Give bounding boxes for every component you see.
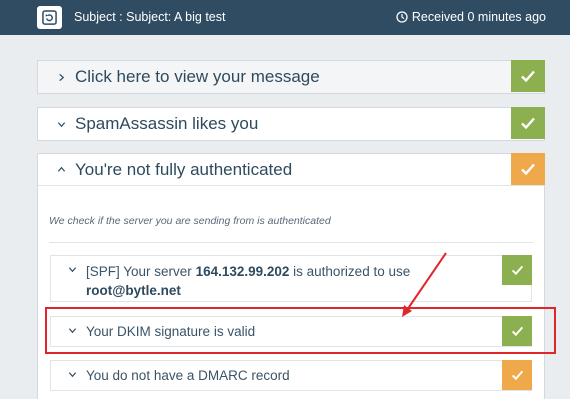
check-icon	[502, 360, 532, 390]
panel-title: You're not fully authenticated	[75, 159, 293, 179]
divider	[49, 242, 533, 243]
email-subject: Subject : Subject: A big test	[74, 10, 226, 24]
dmarc-text: You do not have a DMARC record	[86, 368, 290, 383]
received-time: Received 0 minutes ago	[396, 10, 546, 24]
spamassassin-panel[interactable]: SpamAssassin likes you	[37, 107, 545, 141]
chevron-right-icon	[55, 73, 67, 82]
annotation-highlight-box	[45, 307, 556, 354]
check-icon	[511, 60, 545, 92]
chevron-down-icon	[68, 370, 77, 379]
check-icon	[511, 153, 545, 185]
received-label: Received 0 minutes ago	[411, 10, 546, 24]
panel-title: SpamAssassin likes you	[75, 114, 259, 133]
refresh-icon	[42, 10, 57, 25]
spf-item[interactable]: [SPF] Your server 164.132.99.202 is auth…	[50, 255, 532, 302]
check-icon	[502, 255, 532, 285]
spf-text: [SPF] Your server 164.132.99.202 is auth…	[86, 264, 411, 298]
authentication-panel-header[interactable]: You're not fully authenticated	[38, 153, 545, 186]
view-message-panel[interactable]: Click here to view your message	[37, 60, 545, 94]
chevron-down-icon	[68, 265, 77, 274]
refresh-button[interactable]	[37, 6, 62, 29]
chevron-up-icon	[55, 165, 67, 174]
header-bar: Subject : Subject: A big test Received 0…	[0, 0, 570, 35]
dmarc-item[interactable]: You do not have a DMARC record	[50, 360, 532, 391]
clock-icon	[396, 11, 408, 23]
server-ip: 164.132.99.202	[195, 264, 290, 279]
sender-email: root@bytle.net	[86, 283, 181, 298]
panel-title: Click here to view your message	[75, 67, 320, 86]
chevron-down-icon	[55, 120, 67, 129]
check-icon	[511, 107, 545, 139]
authentication-intro: We check if the server you are sending f…	[49, 215, 331, 227]
